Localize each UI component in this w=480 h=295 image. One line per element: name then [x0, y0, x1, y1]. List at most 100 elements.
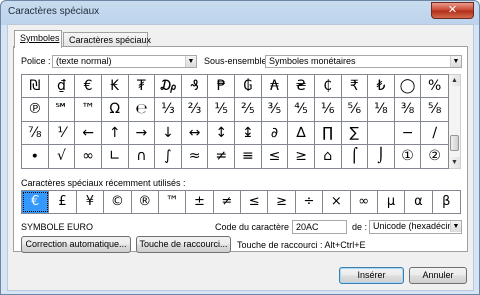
encoding-select[interactable]: Unicode (hexadécimal) ▼ — [369, 220, 462, 234]
character-code-input[interactable]: 20AC — [292, 220, 347, 234]
symbol-cell[interactable]: Ω — [101, 98, 129, 122]
recent-symbol-cell[interactable]: ® — [132, 191, 159, 213]
symbols-panel: Police : (texte normal) ▼ Sous-ensemble … — [13, 46, 468, 253]
scrollbar-thumb[interactable] — [450, 135, 459, 151]
symbol-cell[interactable]: ₺ — [368, 75, 395, 99]
symbol-cell[interactable]: ◯ — [394, 75, 422, 99]
symbol-cell[interactable]: ↕ — [208, 121, 235, 145]
tab-symbols[interactable]: Symboles — [14, 30, 62, 48]
cancel-button[interactable]: Annuler — [409, 267, 467, 284]
recent-symbol-cell[interactable]: ÷ — [296, 191, 324, 213]
font-select[interactable]: (texte normal) ▼ — [52, 55, 197, 68]
symbol-cell[interactable]: ₪ — [22, 75, 49, 99]
symbol-cell[interactable]: ⌡ — [368, 144, 395, 168]
symbol-cell[interactable]: ⅛ — [368, 98, 395, 122]
title-bar: Caractères spéciaux ✕ — [1, 1, 479, 23]
close-button[interactable]: ✕ — [431, 2, 474, 19]
symbol-cell[interactable]: ™ — [75, 98, 102, 122]
recent-symbol-cell[interactable]: € — [22, 191, 50, 213]
symbol-cell[interactable]: ⅜ — [394, 98, 422, 122]
symbol-cell[interactable]: ₲ — [235, 75, 262, 99]
symbol-cell[interactable]: ₭ — [101, 75, 129, 99]
symbol-cell[interactable]: ② — [421, 145, 448, 168]
symbol-cell[interactable]: ⌂ — [315, 144, 342, 168]
dialog-title: Caractères spéciaux — [8, 6, 100, 17]
recent-symbol-cell[interactable]: ≥ — [268, 191, 296, 213]
recent-symbol-cell[interactable]: ≤ — [241, 191, 269, 213]
tab-special-characters[interactable]: Caractères spéciaux — [63, 32, 151, 47]
symbol-cell[interactable]: → — [128, 121, 156, 145]
symbol-cell[interactable]: ⅞ — [22, 121, 49, 145]
symbol-cell[interactable]: ₯ — [155, 75, 182, 99]
symbol-cell[interactable]: ↑ — [101, 121, 129, 145]
chevron-down-icon: ▼ — [450, 56, 461, 67]
recent-symbol-cell[interactable]: ™ — [159, 191, 187, 213]
symbol-cell[interactable]: ← — [75, 121, 102, 145]
symbol-cell[interactable]: ⅙ — [314, 98, 342, 122]
symbol-cell[interactable]: ₳ — [261, 75, 289, 99]
symbol-cell[interactable]: ₹ — [341, 75, 369, 99]
recent-symbol-cell[interactable]: ± — [186, 191, 214, 213]
symbol-grid-scrollbar[interactable]: ▲ ▼ — [449, 74, 461, 169]
symbol-cell[interactable]: ₱ — [208, 75, 235, 99]
symbol-cell[interactable]: ∕ — [421, 122, 448, 145]
recent-symbol-cell[interactable]: µ — [378, 191, 406, 213]
symbol-cell[interactable]: ℠ — [48, 98, 76, 122]
symbol-cell[interactable]: ₴ — [288, 75, 315, 99]
symbol-cell[interactable]: ℮ — [128, 98, 156, 122]
symbol-cell[interactable]: ∟ — [102, 144, 129, 168]
insert-button[interactable]: Insérer — [339, 267, 404, 284]
scroll-down-icon[interactable]: ▼ — [449, 157, 460, 168]
symbol-cell[interactable]: ≥ — [288, 144, 315, 168]
symbol-cell[interactable]: − — [394, 121, 422, 145]
symbol-cell[interactable]: ⅚ — [341, 98, 369, 122]
symbol-cell[interactable]: ∫ — [155, 144, 182, 168]
symbol-cell[interactable]: % — [421, 75, 448, 99]
recent-symbol-cell[interactable]: × — [323, 191, 351, 213]
symbol-cell[interactable]: ∩ — [129, 144, 156, 168]
symbol-cell[interactable]: ≡ — [235, 144, 262, 168]
shortcut-key-button[interactable]: Touche de raccourci... — [136, 236, 231, 253]
symbol-cell[interactable]: ∙ — [22, 144, 49, 168]
symbol-cell[interactable]: € — [75, 75, 102, 99]
symbol-cell[interactable]: ≈ — [182, 144, 209, 168]
symbol-cell[interactable]: ↓ — [155, 121, 182, 145]
symbol-cell[interactable]: ⅔ — [181, 98, 209, 122]
symbol-grid: ₪ ₫ € ₭ ₮ ₯ ₰ ₱ ₲ ₳ ₴ ₵ ₹ ₺ ◯% ℗ ℠ ™ Ω ℮ ⅓ ⅔ ⅕ ⅖ ⅗ ⅘ ⅙ ⅚ ⅛ ⅜ ⅝ ⅞ ⅟ ← ↑ → ↓ ↔ ↕… — [21, 74, 449, 169]
symbol-cell[interactable]: ≠ — [208, 144, 235, 168]
symbol-cell[interactable]: ₫ — [48, 75, 76, 99]
symbol-cell[interactable]: ⅗ — [261, 98, 289, 122]
symbol-cell[interactable]: ⌠ — [342, 144, 369, 168]
symbol-cell[interactable]: ⅝ — [421, 98, 448, 122]
recent-symbol-cell[interactable]: £ — [49, 191, 77, 213]
symbol-cell[interactable]: ∏ — [314, 121, 342, 145]
recent-symbol-cell[interactable]: ¥ — [77, 191, 105, 213]
symbol-cell[interactable]: ∆ — [288, 121, 315, 145]
recent-symbol-cell[interactable]: α — [405, 191, 433, 213]
symbol-cell[interactable]: ⅖ — [235, 98, 262, 122]
recent-symbol-cell[interactable]: β — [433, 191, 460, 213]
symbol-cell[interactable] — [368, 121, 395, 145]
symbol-cell[interactable]: ₵ — [314, 75, 342, 99]
symbol-cell[interactable]: ↨ — [235, 121, 262, 145]
symbol-cell[interactable]: ∑ — [341, 121, 369, 145]
symbol-cell[interactable]: ∞ — [75, 144, 102, 168]
symbol-cell[interactable]: ₰ — [181, 75, 209, 99]
symbol-cell[interactable]: ⅟ — [48, 121, 76, 145]
recent-symbol-cell[interactable]: ∞ — [351, 191, 378, 213]
symbol-cell[interactable]: ℗ — [22, 98, 49, 122]
symbol-cell[interactable]: ₮ — [128, 75, 156, 99]
recent-symbol-cell[interactable]: © — [104, 191, 132, 213]
symbol-cell[interactable]: √ — [49, 144, 76, 168]
symbol-cell[interactable]: ⅘ — [288, 98, 315, 122]
symbol-cell[interactable]: ↔ — [181, 121, 209, 145]
subset-select[interactable]: Symboles monétaires ▼ — [265, 55, 462, 68]
symbol-cell[interactable]: ⅕ — [208, 98, 235, 122]
recent-symbol-cell[interactable]: ≠ — [214, 191, 241, 213]
symbol-cell[interactable]: ∂ — [261, 121, 289, 145]
autocorrect-button[interactable]: Correction automatique... — [21, 236, 131, 253]
symbol-cell[interactable]: ⅓ — [155, 98, 182, 122]
scroll-up-icon[interactable]: ▲ — [449, 75, 460, 86]
symbol-cell[interactable]: ① — [395, 144, 422, 168]
symbol-cell[interactable]: ≤ — [262, 144, 289, 168]
